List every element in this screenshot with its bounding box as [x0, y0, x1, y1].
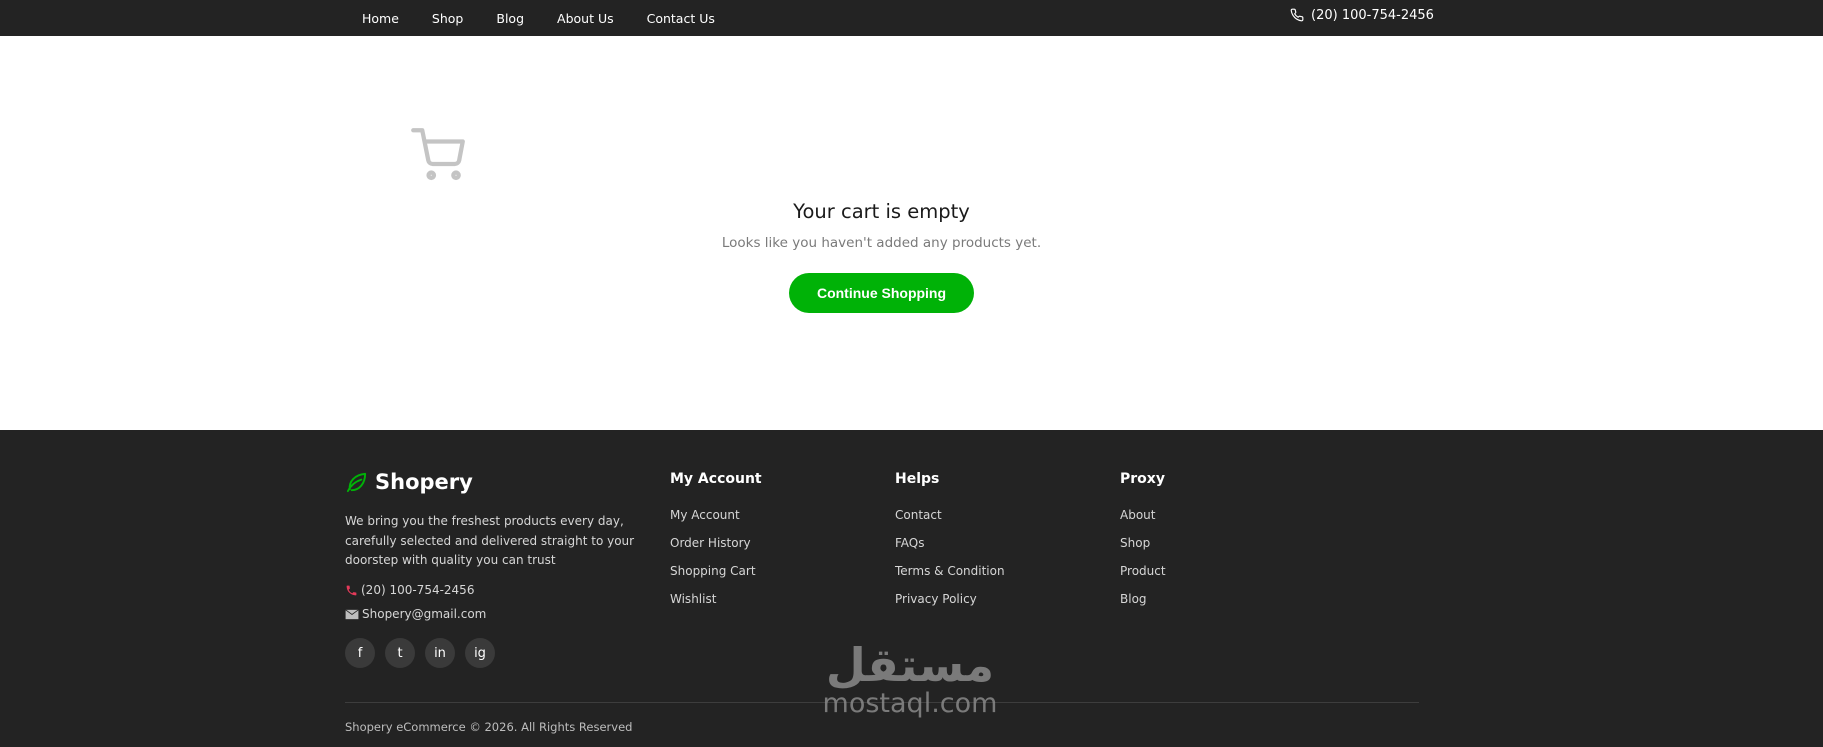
footer-link-terms[interactable]: Terms & Condition	[895, 564, 1005, 592]
footer-phone-number: (20) 100-754-2456	[361, 583, 475, 597]
twitter-icon[interactable]: t	[385, 638, 415, 668]
nav-link-about-us[interactable]: About Us	[557, 11, 614, 26]
footer-link-shop[interactable]: Shop	[1120, 536, 1166, 564]
copyright-text: Shopery eCommerce © 2026. All Rights Res…	[345, 720, 633, 734]
empty-cart-subtitle: Looks like you haven't added any product…	[721, 235, 1042, 251]
phone-icon	[1290, 8, 1304, 22]
brand-name: Shopery	[375, 470, 473, 494]
footer-link-order-history[interactable]: Order History	[670, 536, 762, 564]
social-links: f t in ig	[345, 638, 505, 668]
instagram-icon[interactable]: ig	[465, 638, 495, 668]
footer-link-my-account[interactable]: My Account	[670, 508, 762, 536]
top-nav-bar: Home Shop Blog About Us Contact Us (20) …	[0, 0, 1823, 36]
main-nav: Home Shop Blog About Us Contact Us	[362, 0, 748, 36]
footer-email[interactable]: Shopery@gmail.com	[345, 607, 486, 621]
footer-column-title: My Account	[670, 471, 762, 487]
nav-link-blog[interactable]: Blog	[496, 11, 524, 26]
nav-link-home[interactable]: Home	[362, 11, 399, 26]
empty-cart-title: Your cart is empty	[793, 200, 970, 223]
linkedin-icon[interactable]: in	[425, 638, 455, 668]
shopping-cart-icon	[411, 128, 465, 182]
footer-column-helps: Helps Contact FAQs Terms & Condition Pri…	[895, 471, 1005, 620]
footer-column-proxy: Proxy About Shop Product Blog	[1120, 471, 1166, 620]
footer-link-wishlist[interactable]: Wishlist	[670, 592, 762, 620]
watermark-latin-text: mostaql.com	[822, 688, 998, 719]
footer-link-about[interactable]: About	[1120, 508, 1166, 536]
footer-phone[interactable]: (20) 100-754-2456	[345, 583, 474, 597]
footer-column-title: Proxy	[1120, 471, 1165, 487]
footer-link-contact[interactable]: Contact	[895, 508, 1005, 536]
nav-link-contact-us[interactable]: Contact Us	[647, 11, 715, 26]
watermark-arabic-text: مستقل	[825, 638, 995, 692]
phone-icon	[345, 584, 358, 597]
mostaql-watermark: مستقل mostaql.com	[810, 640, 1010, 718]
leaf-icon	[346, 472, 367, 492]
footer-brand[interactable]: Shopery	[345, 470, 473, 494]
footer-about-text: We bring you the freshest products every…	[345, 514, 635, 567]
header-phone-number: (20) 100-754-2456	[1311, 7, 1434, 23]
continue-shopping-button[interactable]: Continue Shopping	[789, 273, 974, 313]
footer-link-product[interactable]: Product	[1120, 564, 1166, 592]
footer-link-shopping-cart[interactable]: Shopping Cart	[670, 564, 762, 592]
facebook-icon[interactable]: f	[345, 638, 375, 668]
footer-link-faqs[interactable]: FAQs	[895, 536, 1005, 564]
mail-icon	[345, 608, 359, 620]
footer-link-privacy-policy[interactable]: Privacy Policy	[895, 592, 1005, 620]
nav-link-shop[interactable]: Shop	[432, 11, 463, 26]
footer-column-my-account: My Account My Account Order History Shop…	[670, 471, 762, 620]
footer-column-title: Helps	[895, 471, 940, 487]
header-phone[interactable]: (20) 100-754-2456	[1290, 0, 1434, 30]
footer-link-blog[interactable]: Blog	[1120, 592, 1166, 620]
footer-email-address: Shopery@gmail.com	[362, 607, 487, 621]
